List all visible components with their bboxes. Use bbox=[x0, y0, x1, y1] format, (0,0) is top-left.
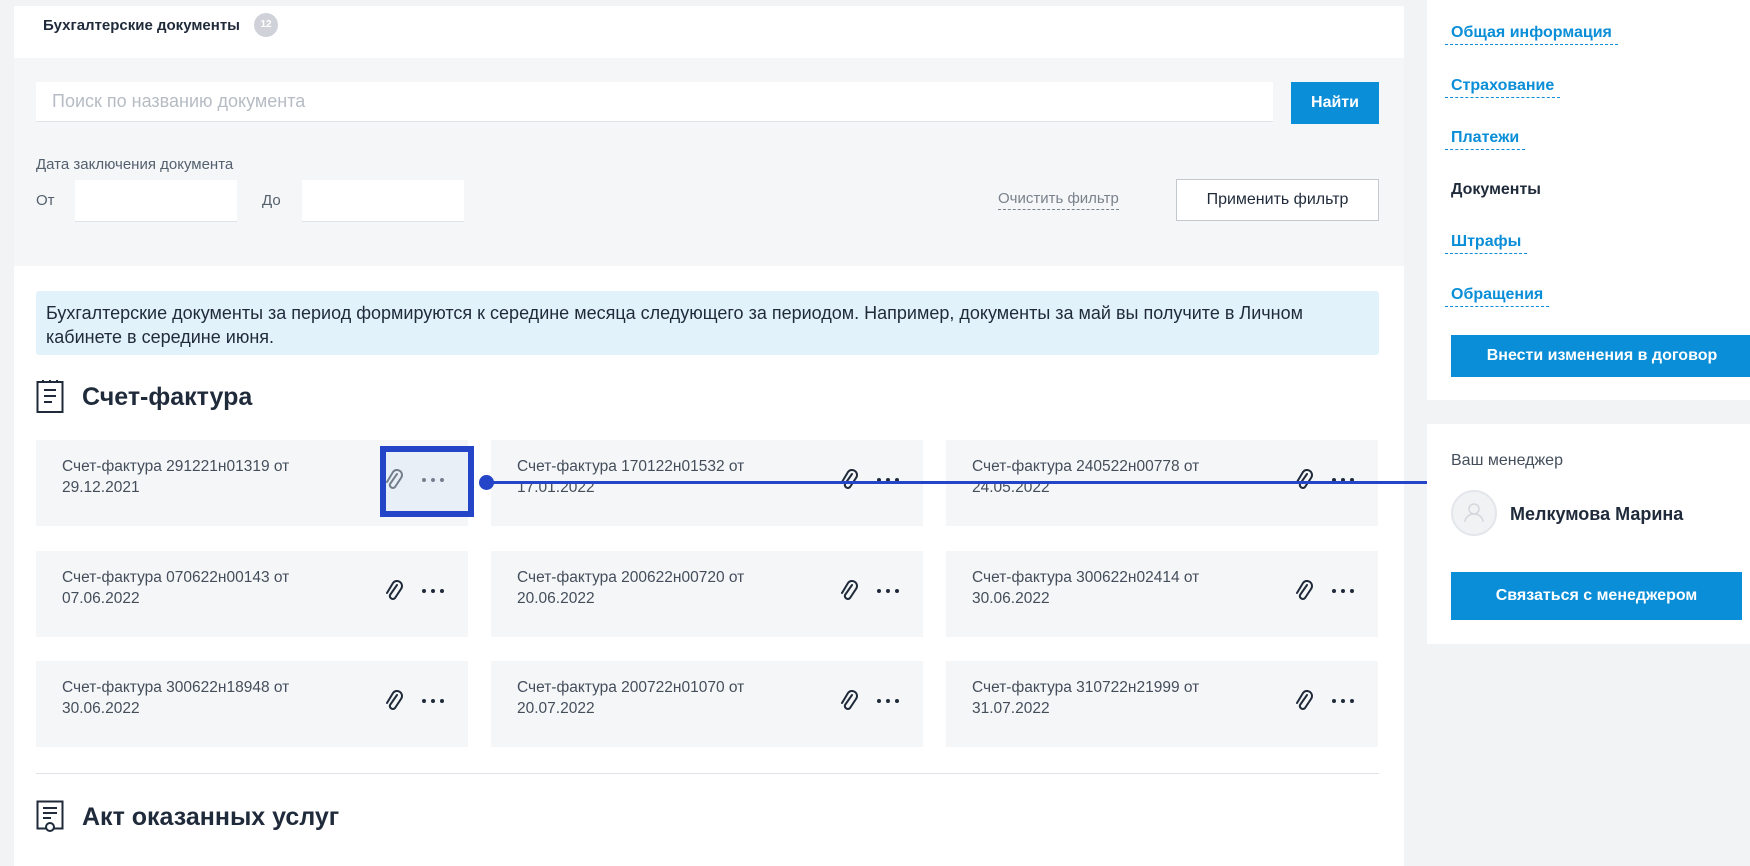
more-options-icon[interactable] bbox=[1330, 579, 1358, 603]
attachment-icon[interactable] bbox=[384, 690, 404, 714]
more-options-icon[interactable] bbox=[875, 579, 903, 603]
invoice-card[interactable]: Счет-фактура 200722н01070 от 20.07.2022 bbox=[491, 661, 923, 747]
user-icon bbox=[1464, 503, 1484, 523]
change-contract-button[interactable]: Внести изменения в договор bbox=[1451, 335, 1750, 377]
filter-panel: Найти Дата заключения документа От До Оч… bbox=[14, 58, 1404, 266]
more-options-icon[interactable] bbox=[875, 468, 903, 492]
annotation-highlight bbox=[380, 446, 474, 517]
clear-filter-link[interactable]: Очистить фильтр bbox=[998, 190, 1119, 210]
invoice-icon bbox=[36, 380, 64, 413]
attachment-icon[interactable] bbox=[839, 690, 859, 714]
attachment-icon[interactable] bbox=[1294, 690, 1314, 714]
invoice-card[interactable]: Счет-фактура 070622н00143 от 07.06.2022 bbox=[36, 551, 468, 637]
acts-title: Акт оказанных услуг bbox=[82, 802, 340, 831]
find-button[interactable]: Найти bbox=[1291, 82, 1379, 124]
manager-card: Ваш менеджер Мелкумова Марина Связаться … bbox=[1427, 424, 1750, 644]
contact-manager-button[interactable]: Связаться с менеджером bbox=[1451, 572, 1742, 620]
attachment-icon[interactable] bbox=[384, 580, 404, 604]
certificate-icon bbox=[36, 800, 64, 832]
to-label: До bbox=[262, 192, 281, 209]
sidebar-item-documents[interactable]: Документы bbox=[1451, 181, 1541, 199]
invoice-section-title: Счет-фактура bbox=[36, 380, 252, 414]
invoice-card[interactable]: Счет-фактура 310722н21999 от 31.07.2022 bbox=[946, 661, 1378, 747]
more-options-icon[interactable] bbox=[1330, 689, 1358, 713]
apply-filter-button[interactable]: Применить фильтр bbox=[1176, 179, 1379, 221]
manager-name: Мелкумова Марина bbox=[1510, 504, 1684, 524]
attachment-icon[interactable] bbox=[839, 580, 859, 604]
invoice-name: Счет-фактура 070622н00143 от 07.06.2022 bbox=[62, 569, 290, 607]
avatar bbox=[1451, 490, 1497, 536]
section-divider bbox=[36, 773, 1379, 774]
sidebar-item-requests[interactable]: Обращения bbox=[1445, 286, 1550, 307]
sidebar-item-insurance[interactable]: Страхование bbox=[1445, 77, 1561, 98]
invoice-name: Счет-фактура 300622н02414 от 30.06.2022 bbox=[972, 569, 1200, 607]
invoice-card[interactable]: Счет-фактура 200622н00720 от 20.06.2022 bbox=[491, 551, 923, 637]
date-to-input[interactable] bbox=[302, 180, 464, 222]
invoice-name: Счет-фактура 291221н01319 от 29.12.2021 bbox=[62, 458, 290, 496]
more-options-icon[interactable] bbox=[875, 689, 903, 713]
from-label: От bbox=[36, 192, 55, 209]
acts-section-title: Акт оказанных услуг bbox=[36, 800, 339, 834]
invoice-card[interactable]: Счет-фактура 300622н02414 от 30.06.2022 bbox=[946, 551, 1378, 637]
invoice-title: Счет-фактура bbox=[82, 382, 253, 411]
invoice-name: Счет-фактура 240522н00778 от 24.05.2022 bbox=[972, 458, 1200, 496]
search-input[interactable] bbox=[36, 82, 1273, 122]
invoice-name: Счет-фактура 170122н01532 от 17.01.2022 bbox=[517, 458, 745, 496]
attachment-icon[interactable] bbox=[1294, 580, 1314, 604]
page-title: Бухгалтерские документы bbox=[43, 16, 240, 34]
invoice-name: Счет-фактура 300622н18948 от 30.06.2022 bbox=[62, 679, 290, 717]
invoice-name: Счет-фактура 200622н00720 от 20.06.2022 bbox=[517, 569, 745, 607]
sidebar-nav: Общая информация Страхование Платежи Док… bbox=[1427, 0, 1750, 400]
date-filter-label: Дата заключения документа bbox=[36, 156, 234, 173]
more-options-icon[interactable] bbox=[420, 579, 448, 603]
date-from-input[interactable] bbox=[75, 180, 237, 222]
invoice-name: Счет-фактура 200722н01070 от 20.07.2022 bbox=[517, 679, 745, 717]
documents-panel: Бухгалтерские документы 12 Найти Дата за… bbox=[14, 6, 1404, 866]
sidebar-item-general[interactable]: Общая информация bbox=[1445, 24, 1618, 45]
invoice-name: Счет-фактура 310722н21999 от 31.07.2022 bbox=[972, 679, 1200, 717]
sidebar-item-payments[interactable]: Платежи bbox=[1445, 129, 1526, 150]
more-options-icon[interactable] bbox=[1330, 468, 1358, 492]
sidebar-item-fines[interactable]: Штрафы bbox=[1445, 233, 1528, 254]
manager-label: Ваш менеджер bbox=[1451, 452, 1563, 469]
info-notice: Бухгалтерские документы за период формир… bbox=[36, 291, 1379, 355]
annotation-pointer-dot bbox=[479, 475, 494, 490]
invoice-card[interactable]: Счет-фактура 300622н18948 от 30.06.2022 bbox=[36, 661, 468, 747]
section-header: Бухгалтерские документы 12 bbox=[43, 13, 278, 37]
count-badge: 12 bbox=[254, 13, 278, 37]
more-options-icon[interactable] bbox=[420, 689, 448, 713]
